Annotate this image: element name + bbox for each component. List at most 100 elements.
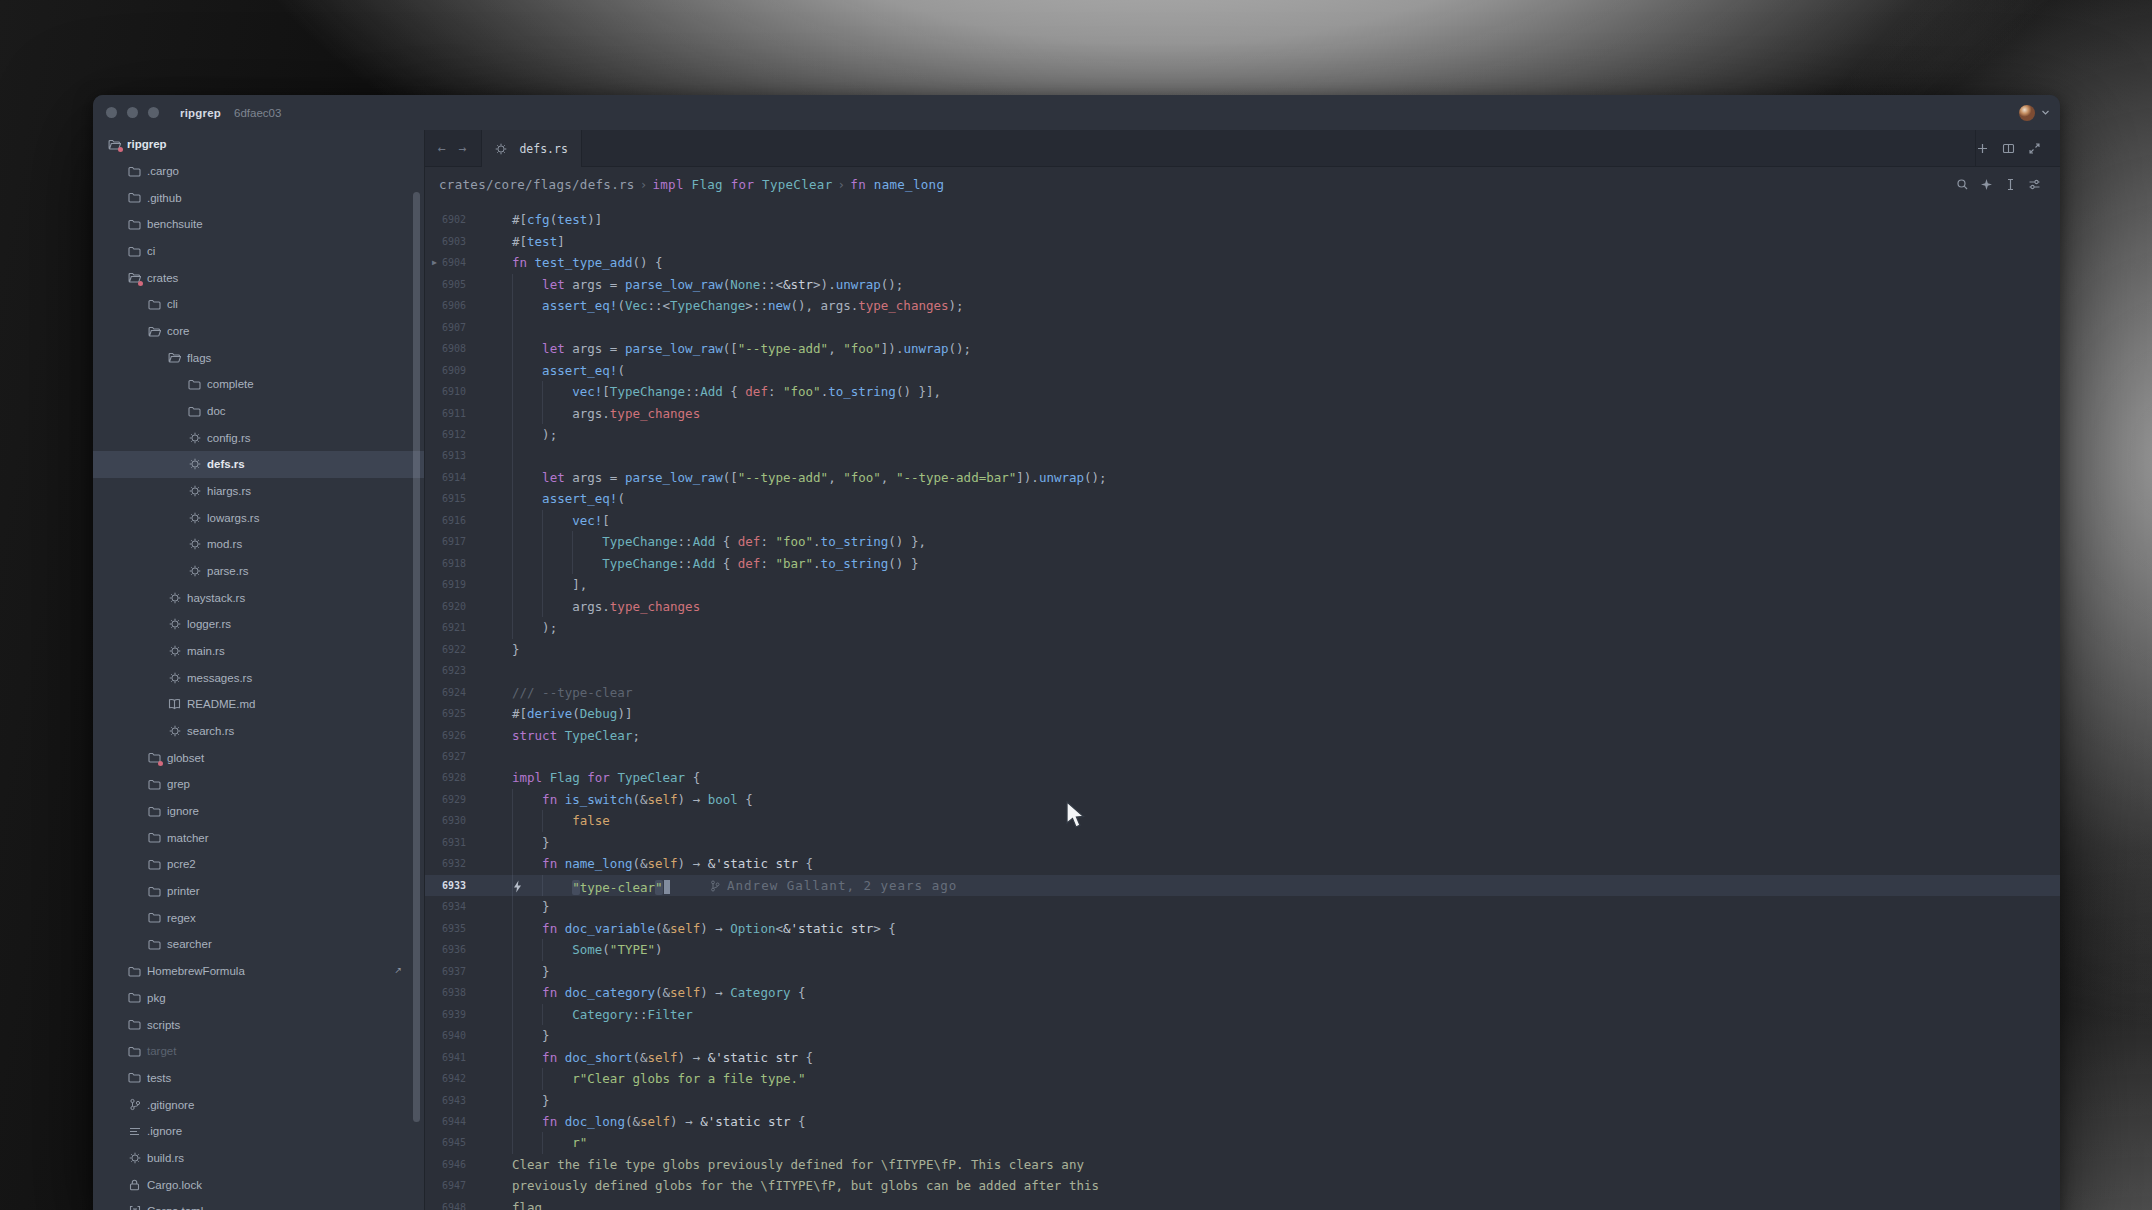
sidebar-item-main-rs[interactable]: main.rs xyxy=(93,638,424,665)
code-line-6902[interactable]: 6902#[cfg(test)] xyxy=(425,209,2060,230)
inline-assist-icon[interactable] xyxy=(2004,178,2017,191)
editor-controls-icon[interactable] xyxy=(2028,178,2041,191)
sidebar-item-cli[interactable]: cli xyxy=(93,291,424,318)
code-line-6936[interactable]: 6936 Some("TYPE") xyxy=(425,939,2060,960)
split-pane-icon[interactable] xyxy=(2002,142,2015,155)
sidebar-item--cargo[interactable]: .cargo xyxy=(93,158,424,185)
sidebar-item-messages-rs[interactable]: messages.rs xyxy=(93,664,424,691)
new-tab-icon[interactable] xyxy=(1976,142,1989,155)
code-line-6924[interactable]: 6924/// --type-clear xyxy=(425,682,2060,703)
sidebar-item-hiargs-rs[interactable]: hiargs.rs xyxy=(93,478,424,505)
code-line-6926[interactable]: 6926struct TypeClear; xyxy=(425,725,2060,746)
code-line-6905[interactable]: 6905 let args = parse_low_raw(None::<&st… xyxy=(425,274,2060,295)
avatar[interactable] xyxy=(2019,105,2035,121)
sidebar-item-matcher[interactable]: matcher xyxy=(93,824,424,851)
sidebar-item-pcre2[interactable]: pcre2 xyxy=(93,851,424,878)
code-line-6944[interactable]: 6944 fn doc_long(&self) → &'static str { xyxy=(425,1111,2060,1132)
sidebar-item-target[interactable]: target xyxy=(93,1038,424,1065)
code-line-6929[interactable]: 6929 fn is_switch(&self) → bool { xyxy=(425,789,2060,810)
assistant-icon[interactable] xyxy=(1980,178,1993,191)
sidebar-item-searcher[interactable]: searcher xyxy=(93,931,424,958)
code-line-6931[interactable]: 6931 } xyxy=(425,832,2060,853)
sidebar-item-grep[interactable]: grep xyxy=(93,771,424,798)
sidebar-item-logger-rs[interactable]: logger.rs xyxy=(93,611,424,638)
breadcrumb[interactable]: crates/core/flags/defs.rs›impl Flag for … xyxy=(425,167,2060,202)
sidebar-scrollbar[interactable] xyxy=(413,192,420,1122)
code-line-6941[interactable]: 6941 fn doc_short(&self) → &'static str … xyxy=(425,1047,2060,1068)
sidebar-item-core[interactable]: core xyxy=(93,318,424,345)
sidebar-item--github[interactable]: .github xyxy=(93,184,424,211)
code-line-6932[interactable]: 6932 fn name_long(&self) → &'static str … xyxy=(425,853,2060,874)
code-line-6904[interactable]: 6904▶fn test_type_add() { xyxy=(425,252,2060,273)
code-line-6927[interactable]: 6927 xyxy=(425,746,2060,767)
code-line-6923[interactable]: 6923 xyxy=(425,660,2060,681)
sidebar-item-printer[interactable]: printer xyxy=(93,878,424,905)
close-button[interactable] xyxy=(106,107,117,118)
code-line-6925[interactable]: 6925#[derive(Debug)] xyxy=(425,703,2060,724)
code-line-6913[interactable]: 6913 xyxy=(425,445,2060,466)
code-line-6907[interactable]: 6907 xyxy=(425,317,2060,338)
chevron-down-icon[interactable] xyxy=(2041,108,2050,117)
code-line-6935[interactable]: 6935 fn doc_variable(&self) → Option<&'s… xyxy=(425,918,2060,939)
sidebar-item-pkg[interactable]: pkg xyxy=(93,985,424,1012)
code-line-6906[interactable]: 6906 assert_eq!(Vec::<TypeChange>::new()… xyxy=(425,295,2060,316)
code-line-6943[interactable]: 6943 } xyxy=(425,1090,2060,1111)
sidebar-item-mod-rs[interactable]: mod.rs xyxy=(93,531,424,558)
run-test-icon[interactable]: ▶ xyxy=(432,252,437,273)
code-line-6910[interactable]: 6910 vec![TypeChange::Add { def: "foo".t… xyxy=(425,381,2060,402)
expand-icon[interactable] xyxy=(2028,142,2041,155)
sidebar-item-build-rs[interactable]: build.rs xyxy=(93,1145,424,1172)
nav-forward-icon[interactable]: → xyxy=(459,141,467,156)
code-line-6942[interactable]: 6942 r"Clear globs for a file type." xyxy=(425,1068,2060,1089)
code-line-6939[interactable]: 6939 Category::Filter xyxy=(425,1004,2060,1025)
code-line-6915[interactable]: 6915 assert_eq!( xyxy=(425,488,2060,509)
code-line-6947[interactable]: 6947previously defined globs for the \fI… xyxy=(425,1175,2060,1196)
sidebar-item-ripgrep[interactable]: ripgrep xyxy=(93,131,424,158)
code-line-6940[interactable]: 6940 } xyxy=(425,1025,2060,1046)
sidebar-item-ci[interactable]: ci xyxy=(93,238,424,265)
code-line-6909[interactable]: 6909 assert_eq!( xyxy=(425,360,2060,381)
sidebar-item-tests[interactable]: tests xyxy=(93,1065,424,1092)
code-line-6917[interactable]: 6917 TypeChange::Add { def: "foo".to_str… xyxy=(425,531,2060,552)
sidebar-item-complete[interactable]: complete xyxy=(93,371,424,398)
sidebar-item-readme-md[interactable]: README.md xyxy=(93,691,424,718)
code-line-6916[interactable]: 6916 vec![ xyxy=(425,510,2060,531)
code-line-6928[interactable]: 6928impl Flag for TypeClear { xyxy=(425,767,2060,788)
nav-back-icon[interactable]: ← xyxy=(438,141,446,156)
code-line-6934[interactable]: 6934 } xyxy=(425,896,2060,917)
code-line-6922[interactable]: 6922} xyxy=(425,639,2060,660)
sidebar-item-lowargs-rs[interactable]: lowargs.rs xyxy=(93,504,424,531)
code-line-6903[interactable]: 6903#[test] xyxy=(425,231,2060,252)
sidebar-item-homebrewformula[interactable]: HomebrewFormula↗ xyxy=(93,958,424,985)
code-line-6946[interactable]: 6946Clear the file type globs previously… xyxy=(425,1154,2060,1175)
sidebar-item-doc[interactable]: doc xyxy=(93,398,424,425)
minimize-button[interactable] xyxy=(127,107,138,118)
code-line-6937[interactable]: 6937 } xyxy=(425,961,2060,982)
code-line-6930[interactable]: 6930 false xyxy=(425,810,2060,831)
search-icon[interactable] xyxy=(1956,178,1969,191)
sidebar-item-globset[interactable]: globset xyxy=(93,744,424,771)
code-line-6933[interactable]: 6933 "type-clear"Andrew Gallant, 2 years… xyxy=(425,875,2060,896)
sidebar-item-cargo-toml[interactable]: Cargo.toml xyxy=(93,1198,424,1210)
sidebar-item-ignore[interactable]: ignore xyxy=(93,798,424,825)
code-line-6911[interactable]: 6911 args.type_changes xyxy=(425,403,2060,424)
code-line-6945[interactable]: 6945 r" xyxy=(425,1132,2060,1153)
sidebar-item-cargo-lock[interactable]: Cargo.lock xyxy=(93,1171,424,1198)
branch-name[interactable]: 6dfaec03 xyxy=(234,107,281,119)
code-editor[interactable]: 6902#[cfg(test)]6903#[test]6904▶fn test_… xyxy=(425,202,2060,1210)
sidebar-item-haystack-rs[interactable]: haystack.rs xyxy=(93,584,424,611)
sidebar-item-regex[interactable]: regex xyxy=(93,904,424,931)
zoom-button[interactable] xyxy=(148,107,159,118)
sidebar-item--ignore[interactable]: .ignore xyxy=(93,1118,424,1145)
code-line-6948[interactable]: 6948flag xyxy=(425,1197,2060,1210)
project-name[interactable]: ripgrep xyxy=(180,107,221,119)
sidebar-item-defs-rs[interactable]: defs.rs xyxy=(93,451,424,478)
code-line-6919[interactable]: 6919 ], xyxy=(425,574,2060,595)
code-line-6908[interactable]: 6908 let args = parse_low_raw(["--type-a… xyxy=(425,338,2060,359)
sidebar-item-scripts[interactable]: scripts xyxy=(93,1011,424,1038)
tab-defs-rs[interactable]: defs.rs xyxy=(481,130,582,167)
code-line-6921[interactable]: 6921 ); xyxy=(425,617,2060,638)
code-line-6912[interactable]: 6912 ); xyxy=(425,424,2060,445)
sidebar-item-crates[interactable]: crates xyxy=(93,264,424,291)
code-line-6914[interactable]: 6914 let args = parse_low_raw(["--type-a… xyxy=(425,467,2060,488)
